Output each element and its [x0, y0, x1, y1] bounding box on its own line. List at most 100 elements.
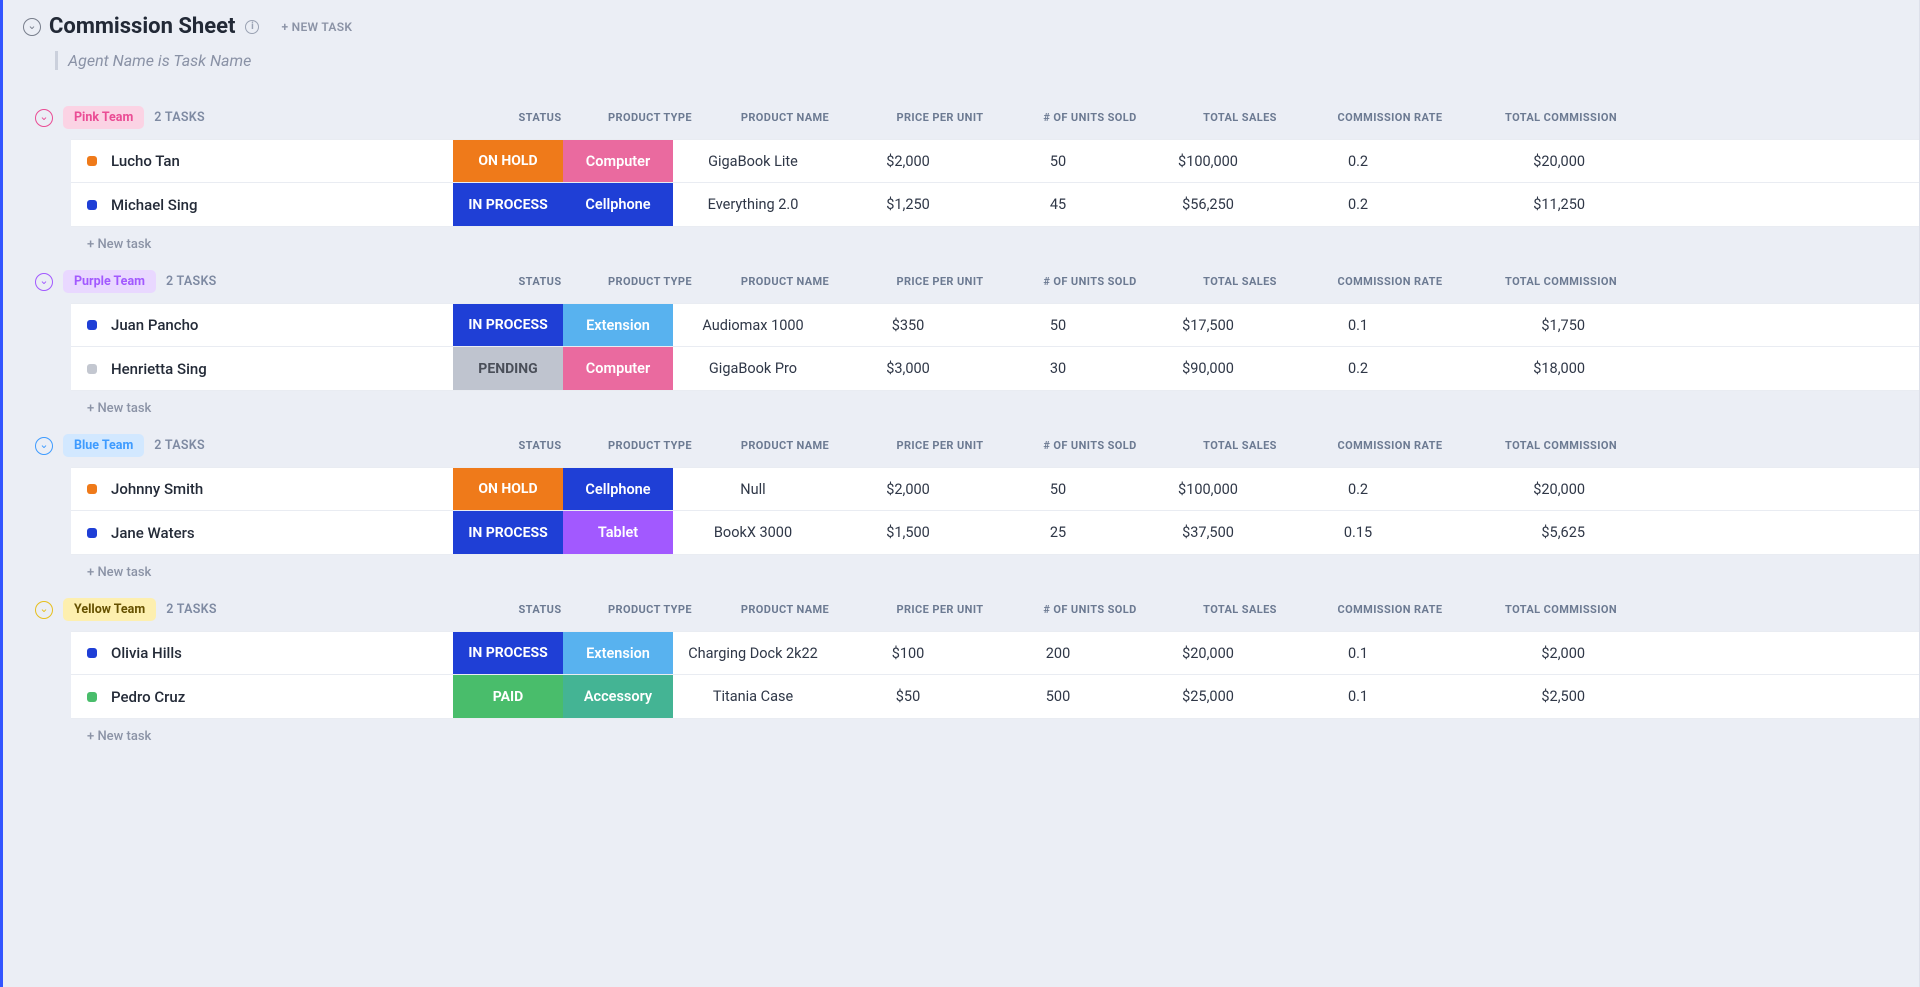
product-name-cell[interactable]: Null: [673, 468, 833, 510]
agent-name-cell[interactable]: Lucho Tan: [71, 140, 453, 182]
column-header[interactable]: PRICE PER UNIT: [865, 439, 1015, 452]
column-header[interactable]: PRODUCT TYPE: [595, 603, 705, 616]
table-row[interactable]: Juan PanchoIN PROCESSExtensionAudiomax 1…: [71, 303, 1919, 347]
column-header[interactable]: TOTAL SALES: [1165, 603, 1315, 616]
status-badge[interactable]: IN PROCESS: [453, 304, 563, 346]
product-type-badge[interactable]: Extension: [563, 632, 673, 674]
column-header[interactable]: # OF UNITS SOLD: [1015, 111, 1165, 124]
new-task-button[interactable]: + New task: [71, 391, 151, 416]
column-header[interactable]: COMMISSION RATE: [1315, 275, 1465, 288]
table-row[interactable]: Johnny SmithON HOLDCellphoneNull$2,00050…: [71, 467, 1919, 511]
column-header[interactable]: TOTAL SALES: [1165, 111, 1315, 124]
agent-name-cell[interactable]: Pedro Cruz: [71, 675, 453, 718]
rate-cell[interactable]: 0.2: [1283, 468, 1433, 510]
product-type-badge[interactable]: Accessory: [563, 675, 673, 718]
commission-cell[interactable]: $2,500: [1433, 675, 1603, 718]
column-header[interactable]: PRODUCT NAME: [705, 111, 865, 124]
units-cell[interactable]: 50: [983, 304, 1133, 346]
column-header[interactable]: TOTAL COMMISSION: [1465, 603, 1635, 616]
column-header[interactable]: # OF UNITS SOLD: [1015, 275, 1165, 288]
agent-name-cell[interactable]: Henrietta Sing: [71, 347, 453, 390]
sales-cell[interactable]: $100,000: [1133, 140, 1283, 182]
rate-cell[interactable]: 0.2: [1283, 140, 1433, 182]
product-type-badge[interactable]: Computer: [563, 140, 673, 182]
column-header[interactable]: COMMISSION RATE: [1315, 603, 1465, 616]
product-name-cell[interactable]: Titania Case: [673, 675, 833, 718]
status-badge[interactable]: IN PROCESS: [453, 511, 563, 554]
column-header[interactable]: STATUS: [485, 603, 595, 616]
units-cell[interactable]: 45: [983, 183, 1133, 226]
agent-name-cell[interactable]: Olivia Hills: [71, 632, 453, 674]
rate-cell[interactable]: 0.2: [1283, 183, 1433, 226]
collapse-all-icon[interactable]: [23, 18, 41, 36]
units-cell[interactable]: 50: [983, 140, 1133, 182]
product-name-cell[interactable]: Charging Dock 2k22: [673, 632, 833, 674]
agent-name-cell[interactable]: Juan Pancho: [71, 304, 453, 346]
column-header[interactable]: PRICE PER UNIT: [865, 275, 1015, 288]
table-row[interactable]: Jane WatersIN PROCESSTabletBookX 3000$1,…: [71, 511, 1919, 555]
column-header[interactable]: STATUS: [485, 439, 595, 452]
team-pill[interactable]: Yellow Team: [63, 598, 156, 621]
status-badge[interactable]: ON HOLD: [453, 140, 563, 182]
column-header[interactable]: # OF UNITS SOLD: [1015, 603, 1165, 616]
info-icon[interactable]: i: [245, 20, 259, 34]
table-row[interactable]: Michael SingIN PROCESSCellphoneEverythin…: [71, 183, 1919, 227]
rate-cell[interactable]: 0.1: [1283, 304, 1433, 346]
agent-name-cell[interactable]: Johnny Smith: [71, 468, 453, 510]
price-cell[interactable]: $2,000: [833, 140, 983, 182]
product-type-badge[interactable]: Extension: [563, 304, 673, 346]
column-header[interactable]: TOTAL COMMISSION: [1465, 275, 1635, 288]
column-header[interactable]: PRODUCT NAME: [705, 603, 865, 616]
price-cell[interactable]: $1,500: [833, 511, 983, 554]
collapse-group-icon[interactable]: [35, 601, 53, 619]
status-badge[interactable]: PAID: [453, 675, 563, 718]
price-cell[interactable]: $50: [833, 675, 983, 718]
status-badge[interactable]: IN PROCESS: [453, 183, 563, 226]
units-cell[interactable]: 50: [983, 468, 1133, 510]
sales-cell[interactable]: $90,000: [1133, 347, 1283, 390]
column-header[interactable]: TOTAL COMMISSION: [1465, 439, 1635, 452]
collapse-group-icon[interactable]: [35, 437, 53, 455]
table-row[interactable]: Henrietta SingPENDINGComputerGigaBook Pr…: [71, 347, 1919, 391]
commission-cell[interactable]: $11,250: [1433, 183, 1603, 226]
column-header[interactable]: PRICE PER UNIT: [865, 603, 1015, 616]
sales-cell[interactable]: $25,000: [1133, 675, 1283, 718]
price-cell[interactable]: $2,000: [833, 468, 983, 510]
column-header[interactable]: TOTAL SALES: [1165, 439, 1315, 452]
status-badge[interactable]: IN PROCESS: [453, 632, 563, 674]
column-header[interactable]: PRODUCT NAME: [705, 275, 865, 288]
team-pill[interactable]: Blue Team: [63, 434, 144, 457]
collapse-group-icon[interactable]: [35, 273, 53, 291]
units-cell[interactable]: 500: [983, 675, 1133, 718]
column-header[interactable]: COMMISSION RATE: [1315, 111, 1465, 124]
sales-cell[interactable]: $56,250: [1133, 183, 1283, 226]
product-type-badge[interactable]: Cellphone: [563, 183, 673, 226]
product-type-badge[interactable]: Tablet: [563, 511, 673, 554]
price-cell[interactable]: $350: [833, 304, 983, 346]
new-task-button[interactable]: + New task: [71, 227, 151, 252]
commission-cell[interactable]: $2,000: [1433, 632, 1603, 674]
sales-cell[interactable]: $37,500: [1133, 511, 1283, 554]
commission-cell[interactable]: $20,000: [1433, 140, 1603, 182]
product-name-cell[interactable]: Everything 2.0: [673, 183, 833, 226]
sales-cell[interactable]: $17,500: [1133, 304, 1283, 346]
agent-name-cell[interactable]: Jane Waters: [71, 511, 453, 554]
price-cell[interactable]: $100: [833, 632, 983, 674]
sales-cell[interactable]: $20,000: [1133, 632, 1283, 674]
column-header[interactable]: PRODUCT TYPE: [595, 275, 705, 288]
price-cell[interactable]: $3,000: [833, 347, 983, 390]
rate-cell[interactable]: 0.1: [1283, 675, 1433, 718]
rate-cell[interactable]: 0.15: [1283, 511, 1433, 554]
column-header[interactable]: COMMISSION RATE: [1315, 439, 1465, 452]
product-name-cell[interactable]: Audiomax 1000: [673, 304, 833, 346]
commission-cell[interactable]: $20,000: [1433, 468, 1603, 510]
column-header[interactable]: TOTAL COMMISSION: [1465, 111, 1635, 124]
column-header[interactable]: TOTAL SALES: [1165, 275, 1315, 288]
units-cell[interactable]: 200: [983, 632, 1133, 674]
product-type-badge[interactable]: Computer: [563, 347, 673, 390]
status-badge[interactable]: PENDING: [453, 347, 563, 390]
commission-cell[interactable]: $5,625: [1433, 511, 1603, 554]
column-header[interactable]: STATUS: [485, 275, 595, 288]
rate-cell[interactable]: 0.1: [1283, 632, 1433, 674]
table-row[interactable]: Lucho TanON HOLDComputerGigaBook Lite$2,…: [71, 139, 1919, 183]
